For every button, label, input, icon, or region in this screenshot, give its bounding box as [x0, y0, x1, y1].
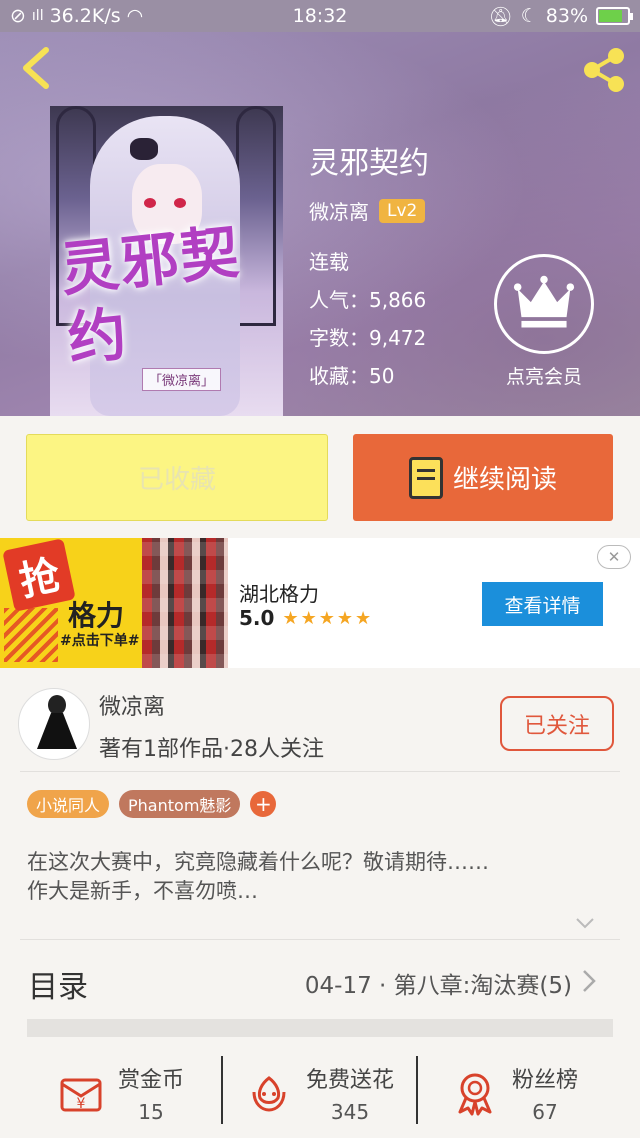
book-icon — [408, 456, 443, 499]
reward-coin-icon: ¥ — [60, 1078, 102, 1112]
cover-author-stamp: 「微凉离」 — [142, 368, 222, 391]
divider — [221, 1056, 223, 1124]
ad-close-button[interactable]: ✕ — [597, 545, 631, 569]
stat-value: 15 — [138, 1100, 164, 1124]
divider — [20, 771, 620, 772]
divider — [416, 1056, 418, 1124]
ad-name: 湖北格力 — [239, 582, 319, 606]
favorited-button[interactable]: 已收藏 — [26, 434, 328, 521]
svg-text:¥: ¥ — [77, 1096, 86, 1112]
stat-value: 345 — [330, 1100, 370, 1124]
ad-brand-art: 格力 — [68, 599, 125, 632]
book-favorites: 收藏：50 — [309, 364, 395, 388]
star-rating-icon: ★★★★★ — [282, 607, 374, 629]
stat-label: 免费送花 — [306, 1068, 395, 1093]
back-button[interactable] — [18, 46, 58, 90]
author-avatar[interactable] — [18, 688, 90, 760]
stat-fans[interactable]: 粉丝榜 67 — [452, 1048, 578, 1138]
cover-eye — [174, 198, 186, 208]
tag-chip[interactable]: 小说同人 — [27, 790, 110, 818]
stats-bar: ¥ 赏金币 15 免费送花 345 粉丝榜 67 — [0, 1048, 640, 1138]
vip-button[interactable]: 点亮会员 — [494, 254, 594, 389]
book-status: 连载 — [309, 250, 349, 274]
add-tag-button[interactable]: + — [250, 791, 277, 817]
description-line: 作大是新手，不喜勿喷… — [27, 879, 258, 903]
book-cover[interactable]: 灵邪契约 「微凉离」 — [50, 106, 283, 416]
wifi-icon: ◠ — [126, 5, 144, 27]
book-author[interactable]: 微凉离 — [309, 196, 369, 225]
ad-rating-value: 5.0 — [239, 606, 275, 630]
cover-eye — [144, 198, 156, 208]
battery-percent: 83% — [545, 5, 588, 27]
continue-reading-label: 继续阅读 — [452, 465, 557, 495]
author-name[interactable]: 微凉离 — [99, 689, 165, 721]
divider — [20, 939, 620, 940]
share-button[interactable] — [580, 46, 628, 94]
ad-badge: 抢 — [2, 538, 76, 612]
signal-icon: ıll — [31, 8, 44, 24]
moon-icon: ☾ — [520, 5, 538, 27]
book-header: 灵邪契约 「微凉离」 灵邪契约 微凉离 Lv2 连载 人气：5,866 字数：9… — [0, 32, 640, 416]
dnd-icon: ⊘ — [10, 5, 26, 27]
level-badge: Lv2 — [379, 198, 426, 223]
avatar-head — [48, 695, 66, 715]
ad-decoration — [4, 608, 58, 662]
flower-icon — [252, 1076, 286, 1112]
stat-label: 赏金币 — [118, 1068, 185, 1093]
status-bar: ⊘ ıll 36.2K/s ◠ 18:32 🔕︎ ☾ 83% — [0, 0, 640, 32]
ad-image-primary: 抢 格力 #点击下单# — [0, 538, 142, 668]
ad-rating: 5.0 ★★★★★ — [239, 606, 373, 630]
author-info: 著有1部作品·28人关注 — [99, 737, 324, 762]
book-title: 灵邪契约 — [309, 146, 429, 181]
crown-icon — [494, 254, 594, 354]
section-separator — [27, 1019, 613, 1037]
stat-label: 粉丝榜 — [512, 1068, 579, 1093]
book-popularity: 人气：5,866 — [309, 288, 427, 312]
stat-reward[interactable]: ¥ 赏金币 15 — [58, 1048, 184, 1138]
ad-image-secondary — [142, 538, 228, 668]
mute-icon: 🔕︎ — [488, 5, 513, 28]
follow-button[interactable]: 已关注 — [500, 696, 614, 751]
ad-details-button[interactable]: 查看详情 — [482, 582, 603, 626]
stat-value: 67 — [532, 1100, 558, 1124]
chevron-right-icon[interactable] — [578, 966, 600, 996]
battery-icon — [596, 7, 633, 25]
book-author-row: 微凉离 Lv2 — [309, 196, 426, 225]
share-icon — [584, 48, 624, 92]
stat-flower[interactable]: 免费送花 345 — [246, 1048, 394, 1138]
tag-list: 小说同人 Phantom魅影 + — [27, 790, 277, 818]
cover-bow — [130, 138, 158, 160]
tag-chip[interactable]: Phantom魅影 — [119, 790, 241, 818]
ad-cta-art: #点击下单# — [60, 633, 140, 649]
description-line: 在这次大赛中，究竟隐藏着什么呢？敬请期待…… — [27, 850, 489, 874]
latest-chapter[interactable]: 04-17 · 第八章:淘汰赛(5) — [305, 966, 572, 1000]
expand-chevron-icon[interactable] — [574, 912, 596, 934]
medal-icon — [458, 1073, 492, 1116]
book-description: 在这次大赛中，究竟隐藏着什么呢？敬请期待…… 作大是新手，不喜勿喷… — [27, 848, 587, 906]
vip-label: 点亮会员 — [505, 366, 582, 388]
avatar-dress — [37, 713, 77, 749]
cover-title-art: 灵邪契约 — [57, 217, 244, 374]
continue-reading-button[interactable]: 继续阅读 — [353, 434, 613, 521]
book-word-count: 字数：9,472 — [309, 326, 427, 350]
network-speed: 36.2K/s — [49, 5, 121, 27]
toc-label[interactable]: 目录 — [28, 962, 88, 1006]
